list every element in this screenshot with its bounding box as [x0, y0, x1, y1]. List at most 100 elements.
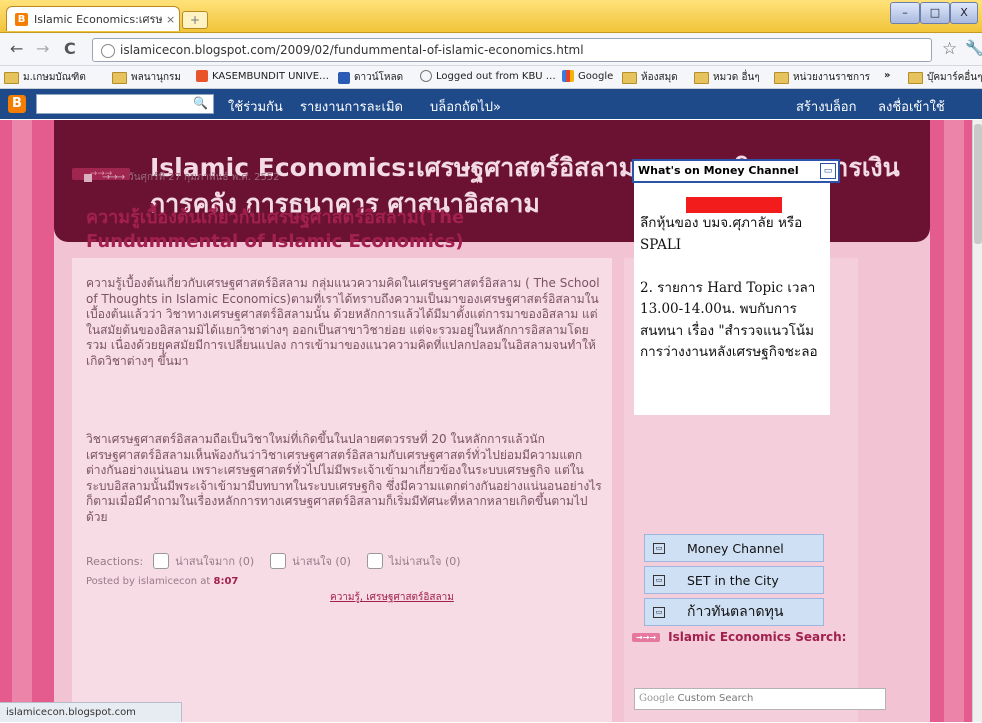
search-title-text: Islamic Economics Search:: [668, 630, 847, 644]
reaction-label: น่าสนใจ (0): [292, 555, 351, 568]
bookmark-label: บุ๊คมาร์คอื่นๆ: [927, 72, 982, 83]
bookmark-label: หน่วยงานราชการ: [793, 72, 871, 83]
folder-icon: [622, 71, 637, 84]
kbu-icon: [196, 70, 208, 82]
post-title[interactable]: ความรู้เบื้องต้นเกี่ยวกับเศรษฐศาสตร์อิสล…: [86, 206, 586, 254]
bookmark-item[interactable]: บุ๊คมาร์คอื่นๆ: [908, 70, 982, 85]
bookmark-label: ม.เกษมบัณฑิต: [23, 72, 86, 83]
background-stripe: [12, 120, 32, 722]
bookmark-item[interactable]: ดาวน์โหลด: [338, 70, 403, 85]
bookmark-label: หมวด อื่นๆ: [713, 72, 760, 83]
bookmark-label: ดาวน์โหลด: [354, 72, 404, 83]
widget-title: What's on Money Channel: [638, 164, 799, 177]
google-icon: [562, 70, 574, 82]
reaction-checkbox[interactable]: [153, 553, 170, 569]
background-stripe: [944, 120, 964, 722]
reaction-label: ไม่น่าสนใจ (0): [388, 555, 461, 568]
forward-button[interactable]: →: [36, 39, 49, 58]
folder-icon: [4, 71, 19, 84]
bookmark-item[interactable]: หมวด อื่นๆ: [694, 70, 760, 85]
bookmark-item[interactable]: KASEMBUNDIT UNIVE…: [196, 70, 329, 82]
bookmark-item[interactable]: ห้องสมุด: [622, 70, 678, 85]
status-bar: islamicecon.blogspot.com: [0, 702, 182, 722]
money-channel-widget-body: ลึกหุ้นของ บมจ.ศุภาลัย หรือ SPALI 2. ราย…: [634, 183, 830, 415]
red-banner: [686, 197, 782, 213]
close-window-button[interactable]: X: [950, 2, 978, 24]
post-labels-link[interactable]: ความรู้, เศรษฐศาสตร์อิสลาม: [330, 590, 454, 605]
search-widget-title: →→→ Islamic Economics Search:: [632, 630, 846, 644]
download-icon: [338, 71, 350, 84]
link-label: ก้าวทันตลาดทุน: [687, 604, 784, 620]
tab-title: Islamic Economics:เศรษฐศาสต: [34, 13, 162, 26]
folder-icon: [908, 71, 923, 84]
widget-scroll-text: ลึกหุ้นของ บมจ.ศุภาลัย หรือ SPALI 2. ราย…: [640, 215, 818, 360]
reactions-bar: Reactions: น่าสนใจมาก (0) น่าสนใจ (0) ไม…: [86, 552, 461, 570]
folder-icon: [774, 71, 789, 84]
post-date: →→→ วันศุกร์ที่ 27 กุมภาพันธ์ พ.ศ. 2552: [84, 170, 280, 185]
bookmark-item[interactable]: ม.เกษมบัณฑิต: [4, 70, 86, 85]
report-abuse-link[interactable]: รายงานการละเมิด: [300, 96, 403, 117]
market-link[interactable]: ▭ ก้าวทันตลาดทุน: [644, 598, 824, 626]
bookmark-item[interactable]: Logged out from KBU …: [420, 70, 556, 82]
browser-toolbar: ← → C islamicecon.blogspot.com/2009/02/f…: [0, 33, 982, 66]
google-logo: Google: [639, 693, 675, 704]
post-footer: Posted by islamicecon at 8:07: [86, 576, 238, 587]
blog-search-input[interactable]: 🔍: [36, 94, 214, 114]
post-date-text: วันศุกร์ที่ 27 กุมภาพันธ์ พ.ศ. 2552: [128, 172, 280, 183]
sign-in-link[interactable]: ลงชื่อเข้าใช้: [878, 96, 945, 117]
bookmark-label: ห้องสมุด: [641, 72, 678, 83]
link-label: Money Channel: [687, 540, 784, 556]
maximize-button[interactable]: □: [920, 2, 950, 24]
reaction-label: น่าสนใจมาก (0): [175, 555, 255, 568]
money-channel-widget-header: What's on Money Channel ▭: [632, 159, 840, 183]
tab-close-icon[interactable]: ×: [166, 13, 175, 26]
arrow-icon: →→→: [632, 632, 661, 642]
post-time-link[interactable]: 8:07: [213, 576, 238, 587]
bookmark-item[interactable]: พลนานุกรม: [112, 70, 181, 85]
globe-icon: [420, 70, 432, 82]
money-channel-link[interactable]: ▭ Money Channel: [644, 534, 824, 562]
bookmark-label: KASEMBUNDIT UNIVE…: [212, 70, 330, 82]
post-paragraph: วิชาเศรษฐศาสตร์อิสลามถือเป็นวิชาใหม่ที่เ…: [86, 432, 602, 524]
search-icon[interactable]: 🔍: [193, 96, 208, 110]
bookmarks-bar: ม.เกษมบัณฑิต พลนานุกรม KASEMBUNDIT UNIVE…: [0, 66, 982, 89]
tv-icon: ▭: [653, 542, 665, 554]
new-tab-button[interactable]: +: [182, 11, 208, 29]
search-placeholder: Custom Search: [677, 693, 754, 704]
browser-tab[interactable]: B Islamic Economics:เศรษฐศาสต ×: [6, 6, 180, 31]
tv-icon: ▭: [653, 606, 665, 618]
folder-icon: [112, 71, 127, 84]
folder-icon: [694, 71, 709, 84]
create-blog-link[interactable]: สร้างบล็อก: [796, 96, 856, 117]
url-text: islamicecon.blogspot.com/2009/02/fundumm…: [120, 43, 584, 57]
back-button[interactable]: ←: [10, 39, 23, 58]
minimize-button[interactable]: –: [890, 2, 920, 24]
reaction-checkbox[interactable]: [270, 553, 287, 569]
page-scrollbar[interactable]: [972, 120, 982, 722]
scrollbar-thumb[interactable]: [974, 124, 982, 244]
share-link[interactable]: ใช้ร่วมกัน: [228, 96, 283, 117]
custom-search-input[interactable]: Google Custom Search: [634, 688, 886, 710]
posted-by-text: Posted by islamicecon at: [86, 576, 211, 587]
bookmark-star-icon[interactable]: ☆: [942, 39, 957, 59]
bookmarks-overflow-button[interactable]: »: [884, 70, 890, 81]
post-paragraph: ความรู้เบื้องต้นเกี่ยวกับเศรษฐศาสตร์อิสล…: [86, 276, 600, 368]
next-blog-link[interactable]: บล็อกถัดไป»: [430, 96, 501, 117]
reload-button[interactable]: C: [64, 39, 76, 58]
blogger-logo-icon[interactable]: B: [8, 95, 26, 113]
bookmark-label: พลนานุกรม: [131, 72, 182, 83]
wrench-menu-icon[interactable]: 🔧: [965, 39, 982, 57]
bookmark-label: Logged out from KBU …: [436, 70, 556, 82]
bookmark-item[interactable]: Google: [562, 70, 613, 82]
page-info-icon[interactable]: [101, 43, 115, 58]
bookmark-label: Google: [578, 70, 614, 82]
address-bar[interactable]: islamicecon.blogspot.com/2009/02/fundumm…: [92, 38, 932, 62]
tv-icon: ▭: [653, 574, 665, 586]
reaction-checkbox[interactable]: [366, 553, 383, 569]
set-in-the-city-link[interactable]: ▭ SET in the City: [644, 566, 824, 594]
bookmark-item[interactable]: หน่วยงานราชการ: [774, 70, 870, 85]
arrow-icon: →→→: [102, 172, 125, 183]
blogger-favicon-icon: B: [15, 12, 28, 26]
blogger-navbar: B 🔍 ใช้ร่วมกัน รายงานการละเมิด บล็อกถัดไ…: [0, 89, 982, 119]
window-titlebar: B Islamic Economics:เศรษฐศาสต × + – □ X: [0, 0, 982, 33]
